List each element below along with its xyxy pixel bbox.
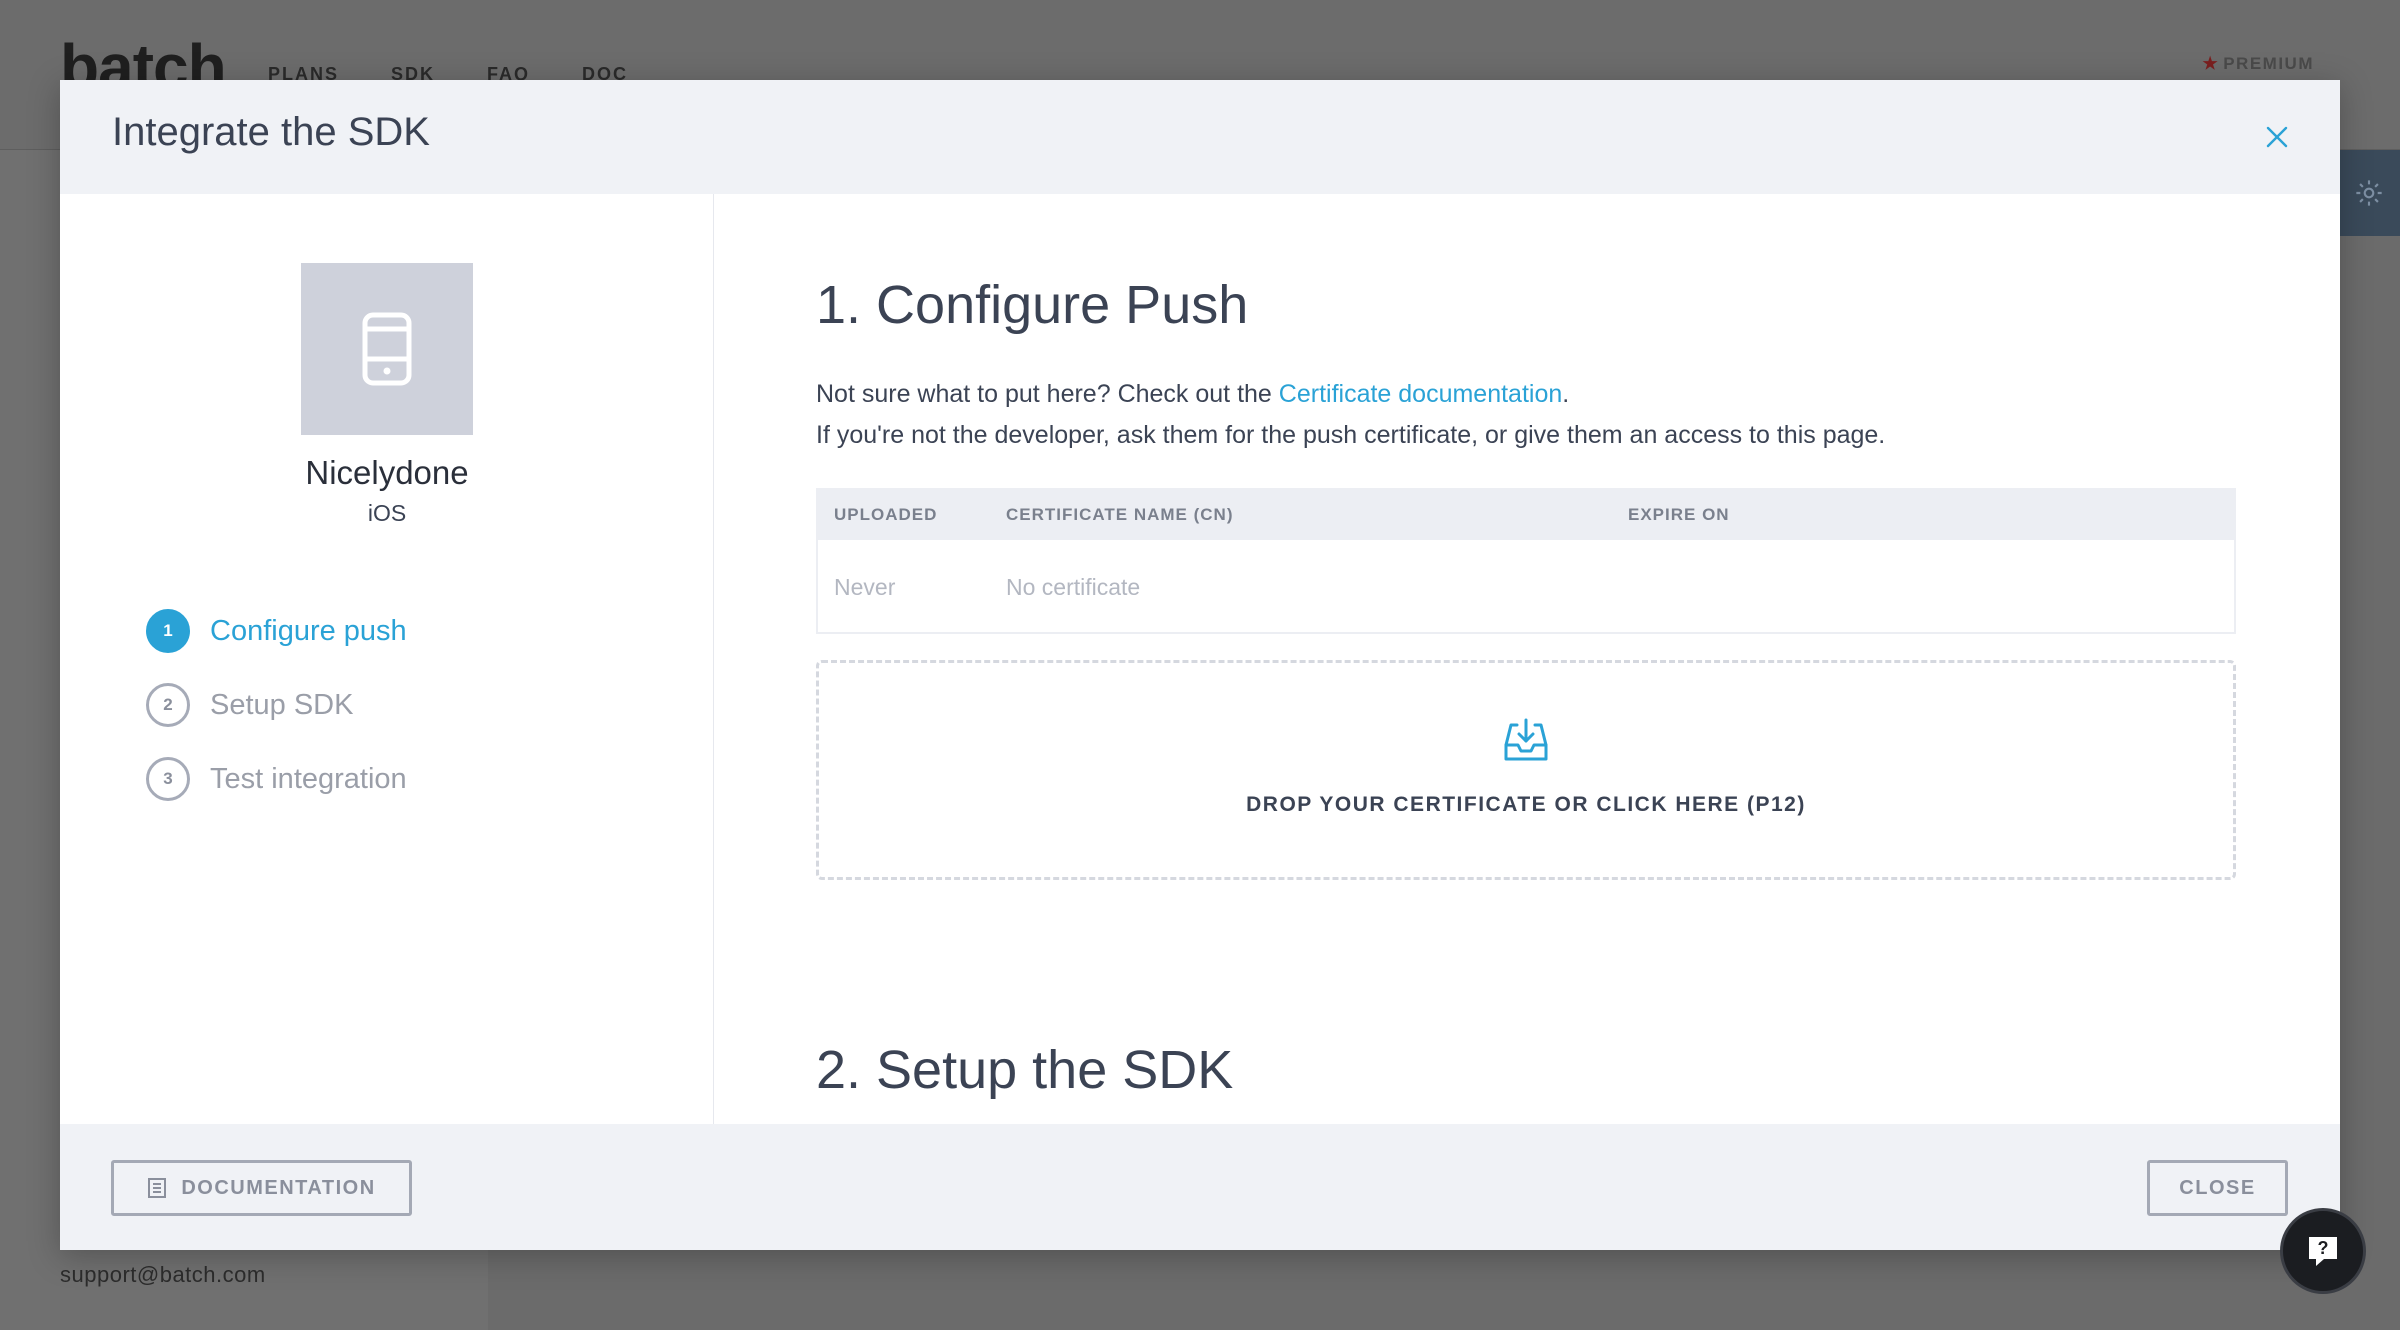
desc-line-2: If you're not the developer, ask them fo… — [816, 421, 1886, 449]
integrate-sdk-modal: Integrate the SDK Nicelydone iOS 1 Confi… — [60, 80, 2340, 1250]
modal-footer: DOCUMENTATION CLOSE — [60, 1124, 2340, 1250]
close-icon — [2266, 126, 2288, 148]
document-icon — [147, 1177, 167, 1199]
settings-tab[interactable] — [2338, 150, 2400, 236]
desc-suffix: . — [1562, 380, 1570, 408]
app-platform: iOS — [367, 500, 407, 526]
app-icon-tile — [301, 263, 473, 435]
premium-badge: ★ PREMIUM — [2202, 54, 2314, 74]
step-label-3: Test integration — [210, 762, 407, 795]
section-configure-push-title: 1. Configure Push — [816, 275, 1249, 335]
svg-text:?: ? — [2318, 1238, 2329, 1258]
col-expire-on: EXPIRE ON — [1628, 505, 1730, 524]
modal-content: 1. Configure Push Not sure what to put h… — [716, 194, 2340, 1124]
modal-title: Integrate the SDK — [112, 110, 430, 154]
close-button[interactable]: CLOSE — [2147, 1160, 2288, 1216]
phone-icon — [362, 312, 412, 386]
modal-sidebar: Nicelydone iOS 1 Configure push 2 Setup … — [60, 194, 714, 1124]
section-setup-sdk-title: 2. Setup the SDK — [816, 1040, 1234, 1100]
support-email[interactable]: support@batch.com — [60, 1262, 266, 1288]
step-setup-sdk[interactable]: 2 Setup SDK — [146, 668, 407, 742]
table-header: UPLOADED CERTIFICATE NAME (CN) EXPIRE ON — [818, 490, 2234, 540]
certificate-table: UPLOADED CERTIFICATE NAME (CN) EXPIRE ON… — [816, 488, 2236, 634]
col-certificate-name: CERTIFICATE NAME (CN) — [1006, 505, 1234, 524]
help-chat-button[interactable]: ? — [2280, 1208, 2366, 1294]
step-number-3: 3 — [146, 757, 190, 801]
inbox-download-icon — [1504, 718, 1548, 761]
step-label-2: Setup SDK — [210, 688, 354, 721]
step-label-1: Configure push — [210, 614, 407, 647]
col-uploaded: UPLOADED — [834, 505, 938, 524]
step-configure-push[interactable]: 1 Configure push — [146, 594, 407, 668]
modal-close-button[interactable] — [2254, 114, 2300, 160]
app-name: Nicelydone — [305, 454, 469, 491]
step-test-integration[interactable]: 3 Test integration — [146, 742, 407, 816]
certificate-documentation-link[interactable]: Certificate documentation — [1279, 380, 1562, 408]
documentation-button[interactable]: DOCUMENTATION — [111, 1160, 412, 1216]
modal-header: Integrate the SDK — [60, 80, 2340, 194]
cell-certificate-name: No certificate — [1006, 573, 1141, 600]
star-icon: ★ — [2202, 54, 2220, 73]
documentation-label: DOCUMENTATION — [181, 1176, 376, 1199]
step-number-1: 1 — [146, 609, 190, 653]
section-description: Not sure what to put here? Check out the… — [816, 374, 1885, 456]
dropzone-label: DROP YOUR CERTIFICATE OR CLICK HERE (P12… — [1246, 793, 1806, 816]
certificate-dropzone[interactable]: DROP YOUR CERTIFICATE OR CLICK HERE (P12… — [816, 660, 2236, 880]
premium-label: PREMIUM — [2223, 54, 2314, 73]
help-chat-icon: ? — [2309, 1237, 2337, 1266]
desc-prefix: Not sure what to put here? Check out the — [816, 380, 1279, 408]
steps-nav: 1 Configure push 2 Setup SDK 3 Test inte… — [146, 594, 407, 816]
gear-icon — [2356, 180, 2382, 206]
cell-uploaded: Never — [834, 573, 896, 600]
step-number-2: 2 — [146, 683, 190, 727]
table-row: Never No certificate — [818, 540, 2234, 634]
